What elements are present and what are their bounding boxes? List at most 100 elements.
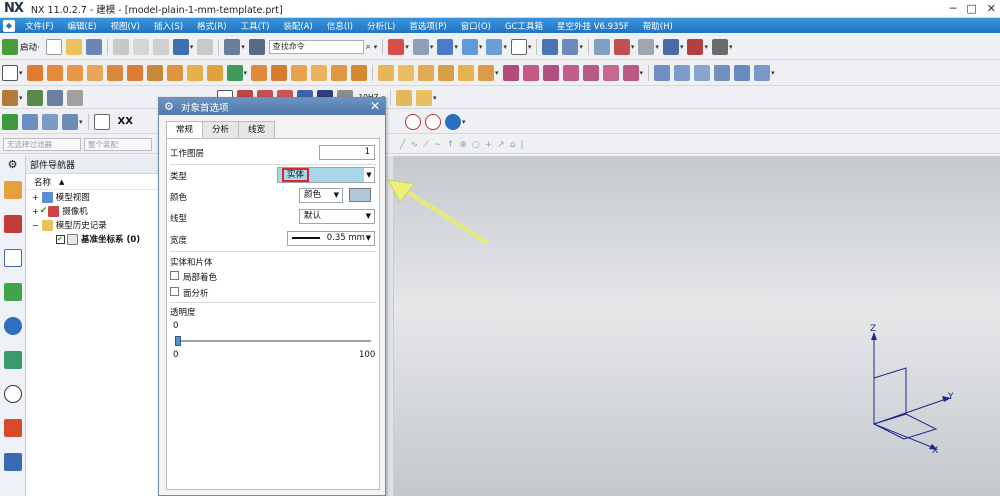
color-dropdown[interactable]: 颜色 ▼ (299, 188, 343, 203)
collapse-icon[interactable]: − (32, 221, 39, 230)
surface-icon[interactable] (654, 65, 671, 81)
chamfer-icon[interactable] (331, 65, 348, 81)
revolve-icon[interactable] (46, 65, 63, 81)
menu-format[interactable]: 格式(R) (190, 20, 234, 32)
constraint-navigator-icon[interactable] (3, 215, 22, 233)
tree-item-cameras[interactable]: + ✔ 摄像机 (26, 204, 159, 218)
extrude-icon[interactable] (26, 65, 43, 81)
draft-icon[interactable] (378, 65, 395, 81)
add-component-icon[interactable] (26, 89, 43, 106)
width-dropdown[interactable]: 0.35 mm ▼ (287, 231, 375, 246)
dialog-gear-icon[interactable]: ⚙ (164, 100, 176, 113)
trim-body-icon[interactable] (438, 65, 455, 81)
part-navigator-icon[interactable] (3, 249, 22, 267)
menu-help[interactable]: 帮助(H) (636, 20, 680, 32)
shaded-cube-icon[interactable] (437, 38, 454, 55)
delete-face-icon[interactable] (582, 65, 599, 81)
dialog-title-bar[interactable]: ⚙ 对象首选项 ✕ (159, 98, 385, 115)
cut-icon[interactable] (112, 38, 129, 55)
command-finder-icon[interactable] (224, 38, 241, 55)
work-section-icon[interactable] (562, 38, 579, 55)
tab-analysis[interactable]: 分析 (202, 121, 240, 138)
start-menu-label[interactable]: 启动· (20, 41, 40, 53)
scope-filter-dropdown[interactable]: 整个装配 (84, 138, 152, 151)
search-command-input[interactable]: 查找命令 (268, 39, 364, 54)
chevron-down-icon[interactable]: ▼ (334, 189, 339, 202)
start-icon[interactable] (2, 38, 18, 55)
measure-icon[interactable] (638, 38, 655, 55)
expand-icon[interactable]: + (32, 207, 39, 216)
tab-general[interactable]: 常规 (166, 121, 204, 139)
new-file-icon[interactable] (45, 38, 62, 55)
save-icon[interactable] (85, 38, 102, 55)
styled-sweep-icon[interactable] (734, 65, 751, 81)
type-dropdown[interactable]: 实体 ▼ (277, 167, 375, 183)
no-entry-icon[interactable] (404, 113, 421, 130)
assembly-cubes-icon[interactable] (416, 89, 432, 106)
wireframe-icon[interactable] (461, 38, 478, 55)
fit-view-icon[interactable] (388, 38, 405, 55)
close-icon[interactable]: ✕ (370, 99, 380, 113)
settings-gear-icon[interactable]: ⚙ (0, 158, 25, 171)
section-view-icon[interactable] (542, 38, 559, 55)
slider-thumb[interactable] (175, 336, 181, 346)
menu-edit[interactable]: 编辑(E) (61, 20, 104, 32)
menu-gc-toolkit[interactable]: GC工具箱 (498, 20, 550, 32)
sew-icon[interactable] (478, 65, 495, 81)
refresh-icon[interactable] (444, 113, 461, 130)
undo-icon[interactable] (172, 38, 189, 55)
block-icon[interactable] (66, 65, 83, 81)
snap-point-icons[interactable]: ╱∿⟋∼↑⊕○+↗⌂| (400, 140, 529, 150)
intersect-icon[interactable] (291, 65, 308, 81)
nx-menu-icon[interactable]: ◆ (3, 19, 15, 32)
swept-icon[interactable] (694, 65, 711, 81)
pattern-icon[interactable] (186, 65, 203, 81)
window-frame-icon[interactable] (510, 38, 527, 55)
menu-insert[interactable]: 插入(S) (147, 20, 190, 32)
partial-shading-checkbox[interactable] (170, 271, 179, 280)
ruler-icon[interactable] (711, 38, 728, 55)
xx-label[interactable]: XX (118, 116, 133, 127)
assembly-navigator-icon[interactable] (3, 181, 22, 199)
checkmark-icon[interactable] (2, 113, 18, 130)
synchronous-icon[interactable] (22, 113, 38, 130)
redo-icon[interactable] (197, 38, 214, 55)
pattern-face-icon[interactable] (622, 65, 639, 81)
split-body-icon[interactable] (458, 65, 475, 81)
type-filter-dropdown[interactable]: 无选择过滤器 (3, 138, 81, 151)
subtract-icon[interactable] (271, 65, 288, 81)
history-icon[interactable] (3, 351, 22, 369)
table-icon[interactable] (42, 113, 58, 130)
roles-icon[interactable] (3, 453, 22, 471)
work-layer-input[interactable]: 1 (319, 145, 375, 160)
orient-view-icon[interactable] (412, 38, 429, 55)
search-icon[interactable]: ⌕ (366, 42, 371, 52)
menu-preferences[interactable]: 首选项(P) (402, 20, 453, 32)
copy-icon[interactable] (132, 38, 149, 55)
boss-icon[interactable] (166, 65, 183, 81)
component-icon[interactable] (2, 89, 18, 106)
background-icon[interactable] (486, 38, 503, 55)
process-studio-icon[interactable] (3, 419, 22, 437)
offset-region-icon[interactable] (542, 65, 559, 81)
through-curves-icon[interactable] (674, 65, 691, 81)
open-folder-icon[interactable] (65, 38, 82, 55)
name-column-header[interactable]: 名称 ▲ (26, 174, 159, 190)
diameter-icon[interactable] (424, 113, 441, 130)
tree-item-model-views[interactable]: + 模型视图 (26, 190, 159, 204)
bracket-icon[interactable] (93, 113, 110, 130)
menu-plugin[interactable]: 星空外挂 V6.935F (550, 20, 636, 32)
menu-information[interactable]: 信息(I) (320, 20, 360, 32)
n-sided-icon[interactable] (754, 65, 771, 81)
snap-icon[interactable] (62, 113, 78, 130)
minimize-button[interactable]: ─ (950, 2, 957, 15)
replace-face-icon[interactable] (562, 65, 579, 81)
sphere-icon[interactable] (126, 65, 143, 81)
menu-file[interactable]: 文件(F) (18, 20, 61, 32)
tab-line-width[interactable]: 线宽 (238, 121, 276, 138)
thicken-icon[interactable] (418, 65, 435, 81)
chevron-down-icon[interactable]: ▼ (366, 232, 371, 245)
menu-assemblies[interactable]: 装配(A) (276, 20, 319, 32)
menu-window[interactable]: 窗口(O) (454, 20, 498, 32)
color-swatch[interactable] (349, 188, 371, 202)
